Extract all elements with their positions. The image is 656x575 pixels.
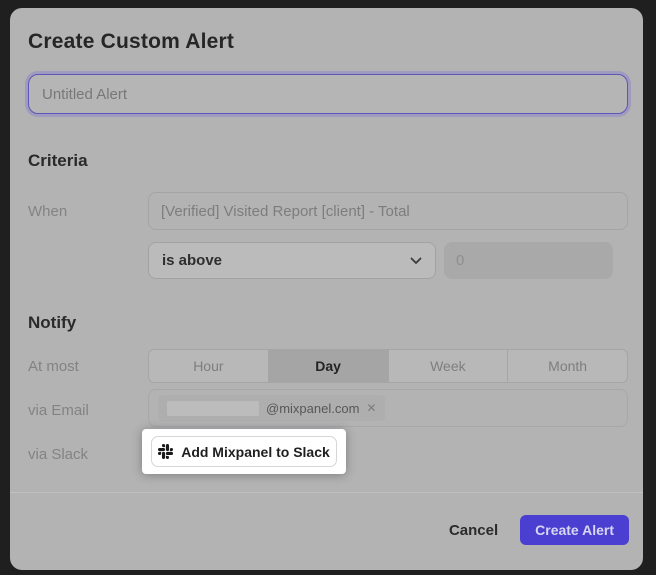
metric-select-input[interactable]: [Verified] Visited Report [client] - Tot… [148, 192, 628, 230]
at-most-label: At most [28, 358, 79, 375]
frequency-option-day[interactable]: Day [268, 350, 388, 382]
chevron-down-icon [410, 257, 422, 265]
via-slack-label: via Slack [28, 446, 88, 463]
slack-button-label: Add Mixpanel to Slack [181, 444, 330, 460]
operator-value: is above [162, 252, 222, 269]
criteria-heading: Criteria [28, 151, 88, 171]
operator-select[interactable]: is above [148, 242, 436, 279]
create-custom-alert-dialog: Create Custom Alert Criteria When [Verif… [10, 8, 643, 570]
threshold-value: 0 [456, 252, 464, 269]
dialog-title: Create Custom Alert [28, 30, 234, 54]
cancel-button[interactable]: Cancel [449, 522, 498, 539]
threshold-input[interactable]: 0 [444, 242, 613, 279]
slack-icon [158, 444, 173, 459]
email-chip: @mixpanel.com ✕ [158, 395, 385, 421]
create-alert-button[interactable]: Create Alert [520, 515, 629, 545]
when-label: When [28, 203, 67, 220]
footer-divider [10, 492, 643, 493]
via-email-label: via Email [28, 402, 89, 419]
redacted-email-name [167, 401, 259, 416]
metric-value: [Verified] Visited Report [client] - Tot… [161, 203, 410, 220]
notify-heading: Notify [28, 313, 76, 333]
add-mixpanel-to-slack-button[interactable]: Add Mixpanel to Slack [151, 436, 337, 467]
email-recipients-input[interactable]: @mixpanel.com ✕ [148, 389, 628, 427]
frequency-option-week[interactable]: Week [388, 350, 508, 382]
alert-name-input[interactable] [28, 74, 628, 114]
frequency-option-month[interactable]: Month [507, 350, 627, 382]
frequency-segmented-control: Hour Day Week Month [148, 349, 628, 383]
email-chip-domain: @mixpanel.com [266, 401, 359, 416]
x-icon[interactable]: ✕ [366, 401, 376, 415]
frequency-option-hour[interactable]: Hour [149, 350, 268, 382]
slack-button-spotlight: Add Mixpanel to Slack [142, 429, 346, 474]
dialog-footer: Cancel Create Alert [449, 515, 629, 545]
